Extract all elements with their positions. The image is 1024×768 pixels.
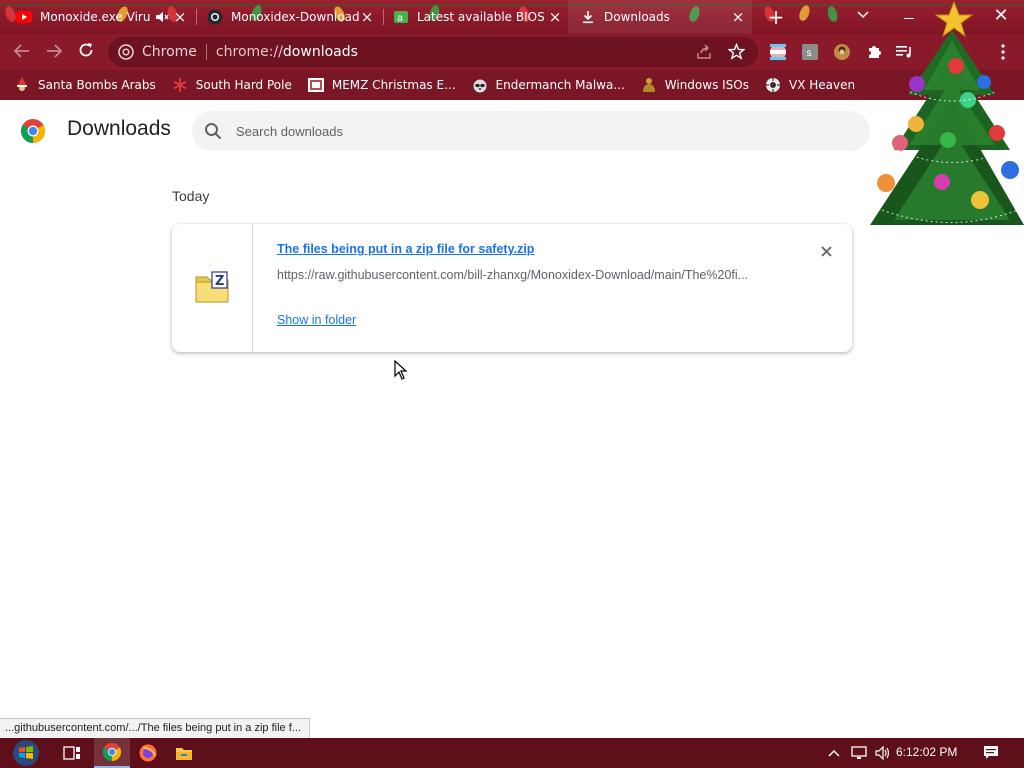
- speaker-muted-icon[interactable]: [154, 9, 170, 25]
- task-view-icon: [63, 746, 80, 760]
- forward-button[interactable]: [40, 38, 68, 66]
- omnibox-divider: [205, 44, 207, 60]
- christmas-tree-decoration: [870, 0, 1024, 225]
- download-card: Z The files being put in a zip file for …: [172, 224, 852, 352]
- page-title: Downloads: [67, 117, 171, 140]
- youtube-icon: [16, 9, 32, 25]
- tab-close-icon[interactable]: ×: [359, 8, 375, 26]
- tab-title: Latest available BIOS v: [417, 10, 547, 24]
- show-hidden-icons-button[interactable]: [826, 738, 842, 768]
- christmas-light-decoration: [826, 5, 839, 23]
- new-tab-button[interactable]: +: [764, 0, 788, 34]
- tab-latest-bios[interactable]: a Latest available BIOS v ×: [393, 0, 563, 34]
- back-button[interactable]: [8, 38, 36, 66]
- bookmark-label: MEMZ Christmas E...: [331, 78, 456, 92]
- task-view-button[interactable]: [54, 738, 90, 768]
- buddha-icon: [641, 77, 657, 93]
- bookmark-windows-isos[interactable]: Windows ISOs: [641, 77, 749, 93]
- link-status-bubble: ...githubusercontent.com/.../The files b…: [0, 718, 310, 738]
- close-icon: [820, 245, 832, 257]
- taskbar-clock[interactable]: 6:12:02 PM: [896, 745, 957, 759]
- chevron-up-icon: [828, 749, 840, 757]
- tab-close-icon[interactable]: ×: [172, 8, 188, 26]
- arrow-left-icon: [13, 43, 30, 62]
- show-in-folder-link[interactable]: Show in folder: [277, 313, 356, 327]
- share-icon[interactable]: [696, 44, 712, 64]
- raccoon-icon: [472, 77, 488, 93]
- chrome-icon: [103, 743, 121, 761]
- download-icon-column: Z: [172, 224, 253, 352]
- bookmark-label: Endermanch Malwa...: [495, 78, 625, 92]
- bookmark-vx-heaven[interactable]: VX Heaven: [765, 77, 855, 93]
- bookmark-label: VX Heaven: [789, 78, 856, 92]
- bookmark-star-icon[interactable]: [727, 42, 746, 64]
- windows-start-icon: [13, 740, 39, 766]
- download-file-name-link[interactable]: The files being put in a zip file for sa…: [277, 242, 534, 256]
- arrow-right-icon: [46, 43, 63, 62]
- folder-icon: [176, 747, 192, 760]
- christmas-light-decoration: [797, 3, 812, 23]
- bookmark-santa-bombs-arabs[interactable]: Santa Bombs Arabs: [14, 77, 156, 93]
- tab-separator: [196, 9, 197, 25]
- download-source-url[interactable]: https://raw.githubusercontent.com/bill-z…: [277, 268, 777, 282]
- taskbar-file-explorer-button[interactable]: [166, 738, 202, 768]
- vx-icon: [765, 77, 781, 93]
- action-center-button[interactable]: [980, 738, 1002, 768]
- volume-button[interactable]: [874, 738, 892, 768]
- tab-downloads[interactable]: Downloads ×: [568, 0, 752, 34]
- extension-avatar-icon[interactable]: [833, 43, 851, 61]
- bookmark-label: Santa Bombs Arabs: [38, 78, 156, 92]
- extension-s-icon[interactable]: s: [801, 43, 819, 61]
- download-icon: [580, 9, 596, 25]
- github-icon: [207, 9, 223, 25]
- chrome-logo-icon: [21, 119, 45, 143]
- extension-flag-icon[interactable]: [769, 43, 787, 61]
- search-icon: [205, 123, 222, 140]
- tab-monoxide-video[interactable]: Monoxide.exe Viru ×: [16, 0, 188, 34]
- bios-icon: a: [393, 9, 409, 25]
- bookmark-label: Windows ISOs: [664, 78, 749, 92]
- tab-separator: [383, 9, 384, 25]
- network-button[interactable]: [850, 738, 868, 768]
- tab-close-icon[interactable]: ×: [547, 8, 563, 26]
- reload-icon: [78, 42, 94, 62]
- start-button[interactable]: [6, 738, 46, 768]
- search-input[interactable]: [236, 123, 836, 139]
- address-bar[interactable]: Chrome chrome://downloads: [108, 37, 758, 67]
- santa-icon: [14, 77, 30, 93]
- speaker-icon: [875, 746, 890, 760]
- date-heading: Today: [172, 188, 210, 204]
- zip-file-icon: Z: [195, 271, 229, 303]
- taskbar-firefox-button[interactable]: [130, 738, 166, 768]
- url-text[interactable]: chrome://downloads: [216, 44, 358, 60]
- firefox-icon: [139, 744, 157, 762]
- search-box[interactable]: [192, 111, 870, 151]
- bookmark-memz-christmas[interactable]: MEMZ Christmas E...: [307, 77, 456, 93]
- notification-icon: [984, 746, 998, 759]
- remove-download-button[interactable]: [816, 241, 836, 261]
- bookmark-south-hard-pole[interactable]: South Hard Pole: [172, 77, 292, 93]
- tab-close-icon[interactable]: ×: [730, 8, 746, 26]
- memz-icon: [307, 77, 324, 93]
- svg-text:Z: Z: [215, 274, 224, 289]
- windows-taskbar: 6:12:02 PM: [0, 738, 1024, 768]
- network-icon: [851, 746, 867, 759]
- chrome-icon: [118, 44, 134, 60]
- bookmark-endermanch-malware[interactable]: Endermanch Malwa...: [472, 77, 625, 93]
- site-label: Chrome: [142, 44, 197, 60]
- plus-icon: +: [767, 5, 785, 29]
- tab-title: Downloads: [604, 10, 670, 24]
- reload-button[interactable]: [72, 38, 100, 66]
- snowflake-icon: [172, 77, 188, 93]
- mouse-cursor-icon: [394, 360, 408, 380]
- bookmark-label: South Hard Pole: [195, 78, 292, 92]
- url-scheme: chrome://: [215, 44, 283, 60]
- tab-title: Monoxide.exe Viru: [40, 10, 150, 24]
- taskbar-chrome-button[interactable]: [94, 738, 130, 768]
- tab-monoxidex-download[interactable]: Monoxidex-Download ×: [207, 0, 375, 34]
- tab-title: Monoxidex-Download: [231, 10, 359, 24]
- url-path: downloads: [282, 44, 358, 60]
- svg-text:a: a: [397, 13, 403, 24]
- svg-text:s: s: [807, 48, 812, 59]
